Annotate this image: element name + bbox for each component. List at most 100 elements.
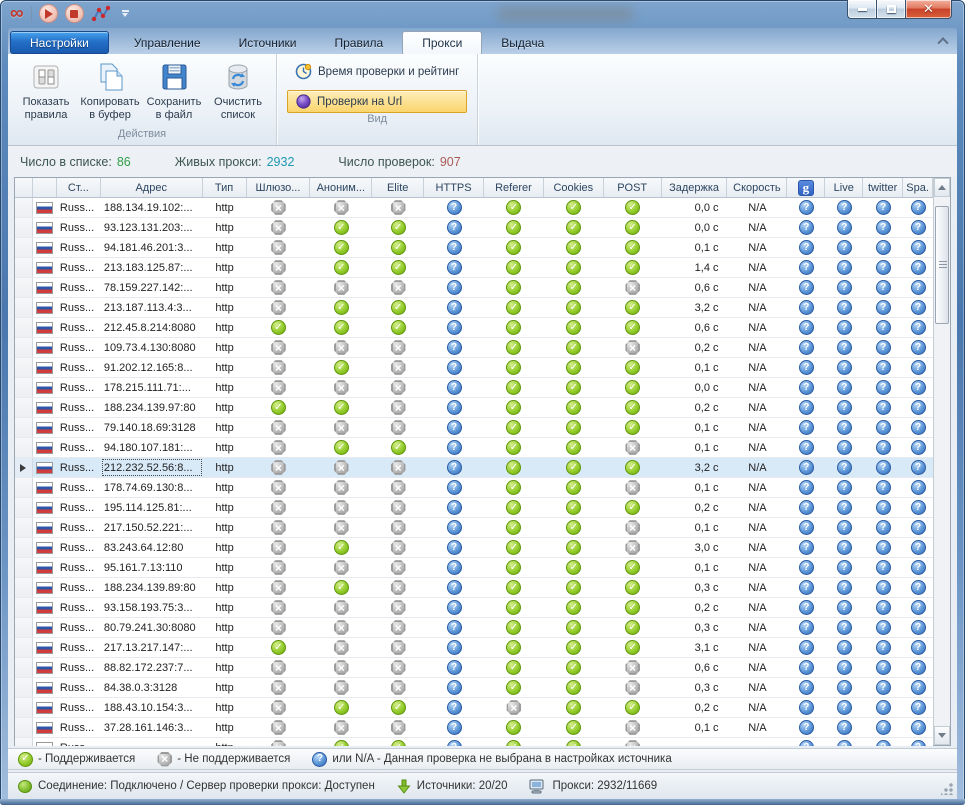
column-header-type[interactable]: Тип xyxy=(203,178,247,197)
table-row[interactable]: Russ...178.215.111.71:...http0,0 сN/A xyxy=(15,378,933,398)
clear-list-button[interactable]: Очистить список xyxy=(206,58,270,128)
status-cross-icon xyxy=(625,680,640,695)
maximize-button[interactable] xyxy=(876,0,906,19)
table-row[interactable]: Russ...84.38.0.3:3128http0,3 сN/A xyxy=(15,678,933,698)
table-row[interactable]: Russ...217.150.52.221:...http0,1 сN/A xyxy=(15,518,933,538)
close-button[interactable]: ✕ xyxy=(906,0,952,19)
table-row[interactable]: Russ...109.73.4.130:8080http0,2 сN/A xyxy=(15,338,933,358)
column-header-cookies[interactable]: Cookies xyxy=(544,178,604,197)
scroll-down-button[interactable] xyxy=(934,726,950,745)
table-row[interactable]: Russ...188.134.19.102:...http0,0 сN/A xyxy=(15,198,933,218)
scrollbar-thumb[interactable] xyxy=(935,206,949,324)
column-header-address[interactable]: Адрес xyxy=(101,178,203,197)
ribbon-collapse-chevron-icon[interactable] xyxy=(939,36,951,44)
table-row[interactable]: Russ...88.82.172.237:7...http0,6 сN/A xyxy=(15,658,933,678)
table-row[interactable]: Russ...79.140.18.69:3128http0,1 сN/A xyxy=(15,418,933,438)
resize-grip[interactable] xyxy=(941,783,953,795)
qat-customize-dropdown-icon[interactable] xyxy=(122,10,129,17)
tab-vydacha[interactable]: Выдача xyxy=(482,31,563,54)
cell-cookies xyxy=(544,578,604,597)
status-question-icon xyxy=(837,620,852,635)
scroll-up-button[interactable] xyxy=(934,178,950,197)
table-row[interactable]: Russ...83.243.64.12:80http3,0 сN/A xyxy=(15,538,933,558)
column-header-gateway[interactable]: Шлюзо... xyxy=(247,178,311,197)
cell-https xyxy=(424,618,484,637)
tab-upravlenie[interactable]: Управление xyxy=(115,31,220,54)
table-row[interactable]: Russ...188.234.139.97:80http0,2 сN/A xyxy=(15,398,933,418)
table-row[interactable]: Russ...188.43.10.154:3...http0,2 сN/A xyxy=(15,698,933,718)
table-row[interactable]: Russ...217.13.217.147:...http3,1 сN/A xyxy=(15,638,933,658)
column-header-anonymous[interactable]: Аноним... xyxy=(310,178,372,197)
status-question-icon xyxy=(799,620,814,635)
status-check-icon xyxy=(625,500,640,515)
status-check-icon xyxy=(566,260,581,275)
tab-istochniki[interactable]: Источники xyxy=(220,31,316,54)
copy-to-clipboard-button[interactable]: Копировать в буфер xyxy=(78,58,142,128)
status-check-icon xyxy=(271,320,286,335)
column-header-twitter[interactable]: twitter xyxy=(863,178,903,197)
button-label: Копировать xyxy=(80,96,139,109)
column-header-https[interactable]: HTTPS xyxy=(424,178,484,197)
status-question-icon xyxy=(876,460,891,475)
cell-speed: N/A xyxy=(728,678,788,697)
table-row[interactable]: Russ...188.234.139.89:80http0,3 сN/A xyxy=(15,578,933,598)
url-checks-button[interactable]: Проверки на Url xyxy=(287,90,467,113)
table-row[interactable]: Russ...94.181.46.201:3...http0,1 сN/A xyxy=(15,238,933,258)
save-to-file-button[interactable]: Сохранить в файл xyxy=(142,58,206,128)
minimize-button[interactable] xyxy=(847,0,876,19)
column-header-spam[interactable]: Spa. xyxy=(903,178,933,197)
table-row[interactable]: Russ...78.159.227.142:...http0,6 сN/A xyxy=(15,278,933,298)
show-rules-button[interactable]: Показать правила xyxy=(14,58,78,128)
column-header-google[interactable]: g xyxy=(787,178,825,197)
table-row[interactable]: Russ...94.180.107.181:...http0,1 сN/A xyxy=(15,438,933,458)
column-header-elite[interactable]: Elite xyxy=(372,178,424,197)
table-row[interactable]: Russ...93.123.131.203:...http0,0 сN/A xyxy=(15,218,933,238)
tab-pravila[interactable]: Правила xyxy=(316,31,403,54)
tab-proksi[interactable]: Прокси xyxy=(402,31,482,54)
download-arrow-icon xyxy=(397,779,411,794)
cell-cookies xyxy=(544,718,604,737)
table-row[interactable]: Russ...195.114.125.81:...http0,2 сN/A xyxy=(15,498,933,518)
table-row[interactable]: Russ...178.74.69.130:8...http0,1 сN/A xyxy=(15,478,933,498)
column-header-referer[interactable]: Referer xyxy=(484,178,544,197)
column-header-country[interactable]: Ст... xyxy=(57,178,101,197)
start-button[interactable] xyxy=(39,4,58,23)
cell-cookies xyxy=(544,358,604,377)
column-header-speed[interactable]: Скорость xyxy=(727,178,787,197)
table-row[interactable]: Russ...93.158.193.75:3...http0,2 сN/A xyxy=(15,598,933,618)
status-cross-icon xyxy=(625,540,640,555)
table-row[interactable]: Russ...37.28.161.146:3...http0,1 сN/A xyxy=(15,718,933,738)
russia-flag-icon xyxy=(36,542,53,554)
column-header-label: Скорость xyxy=(733,182,781,194)
cell-spam xyxy=(903,298,933,317)
status-question-icon xyxy=(876,380,891,395)
table-row[interactable]: Russ...213.183.125.87:...http1,4 сN/A xyxy=(15,258,933,278)
column-header-live[interactable]: Live xyxy=(825,178,863,197)
status-question-icon xyxy=(837,360,852,375)
status-check-icon xyxy=(566,280,581,295)
table-row[interactable]: Russ...95.161.7.13:110http0,1 сN/A xyxy=(15,558,933,578)
table-row[interactable]: Russ...http xyxy=(15,738,933,746)
status-question-icon xyxy=(447,460,462,475)
stop-button[interactable] xyxy=(65,4,84,23)
cell-cookies xyxy=(544,698,604,717)
table-row[interactable]: Russ...91.202.12.165:8...http0,1 сN/A xyxy=(15,358,933,378)
vertical-scrollbar[interactable] xyxy=(933,178,950,745)
cell-gateway xyxy=(247,558,311,577)
table-row[interactable]: Russ...213.187.113.4:3...http3,2 сN/A xyxy=(15,298,933,318)
column-header-indicator[interactable] xyxy=(15,178,33,197)
tab-nastroyki[interactable]: Настройки xyxy=(10,31,109,54)
column-header-post[interactable]: POST xyxy=(604,178,662,197)
rating-graph-button[interactable] xyxy=(91,5,111,23)
column-header-delay[interactable]: Задержка xyxy=(662,178,728,197)
status-cross-icon xyxy=(334,600,349,615)
column-header-flag[interactable] xyxy=(33,178,57,197)
check-time-rating-button[interactable]: Время проверки и рейтинг xyxy=(287,60,467,83)
table-row[interactable]: Russ...212.45.8.214:8080http0,6 сN/A xyxy=(15,318,933,338)
cell-country: Russ... xyxy=(57,618,101,637)
table-row[interactable]: Russ...212.232.52.56:8...http3,2 сN/A xyxy=(15,458,933,478)
cell-flag xyxy=(33,618,57,637)
cell-delay: 0,1 с xyxy=(662,418,728,437)
table-row[interactable]: Russ...80.79.241.30:8080http0,3 сN/A xyxy=(15,618,933,638)
cell-gateway xyxy=(247,538,311,557)
